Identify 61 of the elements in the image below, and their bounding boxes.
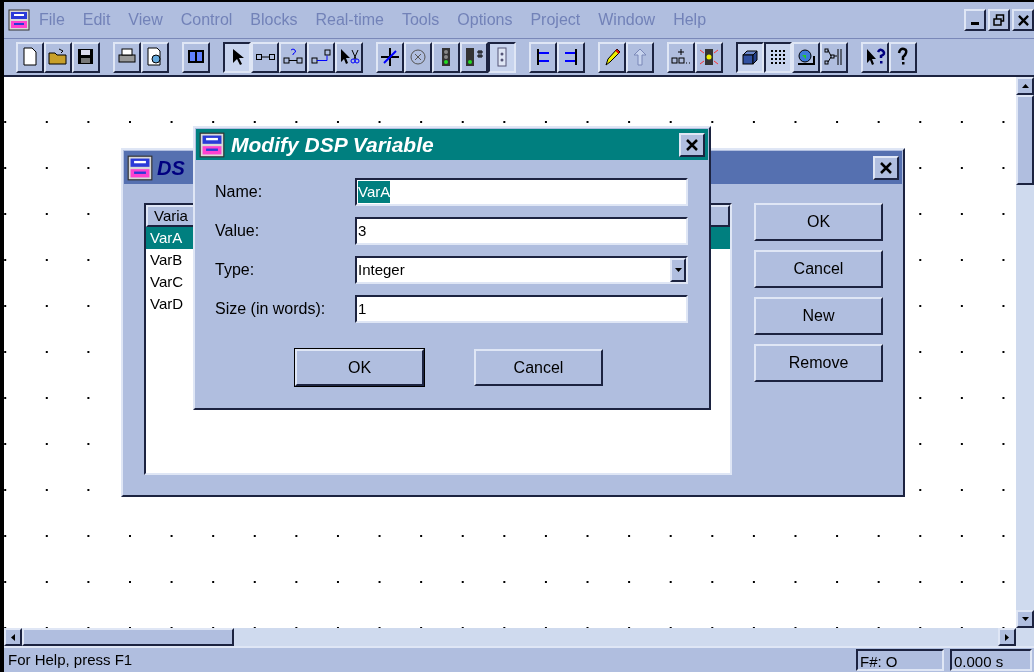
input-field[interactable]: 3 [355,217,688,245]
crosshair-icon [379,46,401,68]
time-indicator: 0.000 s [950,649,1032,671]
field-label: Size (in words): [215,299,327,319]
input-field[interactable]: 1 [355,295,688,323]
dialog-title: DS [157,155,185,181]
help-pointer-icon [864,46,886,68]
toolbar-button[interactable] [736,41,764,73]
traffic-light-hash-icon [463,46,485,68]
horizontal-scrollbar[interactable] [4,628,1034,646]
field-value: 3 [358,220,367,241]
close-button[interactable] [679,132,705,157]
type-dropdown[interactable]: Integer [355,256,688,284]
scroll-right-button[interactable] [998,628,1016,646]
close-icon [1017,14,1029,26]
dialog-button[interactable]: New [754,297,883,335]
right-arrow-icon [1005,633,1009,641]
scroll-down-button[interactable] [1016,610,1034,628]
connected-blocks-icon [255,54,275,60]
minimize-icon [971,22,979,25]
field-label: Type: [215,260,256,280]
close-icon [880,161,892,174]
dialog-button[interactable]: Remove [754,344,883,382]
minimize-button[interactable] [964,9,986,31]
folder-icon [47,46,69,68]
left-arrow-icon [11,633,15,641]
frame-indicator: F#: O [856,649,944,671]
field-label: Name: [215,182,264,202]
input-field[interactable]: VarA [355,178,688,206]
down-arrow-icon [1021,617,1029,621]
scroll-thumb[interactable] [1016,95,1034,185]
flashing-light-icon [698,46,720,68]
dialog-button[interactable]: Cancel [474,349,603,386]
toolbar-button[interactable] [223,41,251,73]
app-logo-icon [127,154,153,181]
dialog-button[interactable]: Cancel [754,250,883,288]
globe-monitor-icon [795,46,817,68]
tree-diagram-icon [823,46,845,68]
dialog-button[interactable]: OK [754,203,883,241]
field-value: Integer [358,259,405,280]
app-logo-icon [199,131,225,158]
status-message: For Help, press F1 [7,649,134,670]
scroll-left-button[interactable] [4,628,22,646]
scroll-thumb[interactable] [22,628,234,646]
dialog-title: Modify DSP Variable [231,131,434,158]
close-button[interactable] [1012,9,1034,31]
vertical-scrollbar[interactable] [1016,77,1034,628]
close-icon [686,138,698,151]
toolbar-button[interactable] [764,41,792,73]
up-arrow-icon [1021,84,1029,88]
close-button[interactable] [873,155,899,180]
restore-button[interactable] [988,9,1010,31]
field-value: 1 [358,298,367,319]
scroll-up-button[interactable] [1016,77,1034,95]
field-label: Value: [215,221,261,241]
restore-icon [993,14,1005,26]
toolbar-button[interactable] [488,41,516,73]
field-value: VarA [358,180,391,204]
app-logo-icon [8,9,30,31]
dialog-button[interactable]: OK [295,349,424,386]
rotate-icon [407,46,429,68]
